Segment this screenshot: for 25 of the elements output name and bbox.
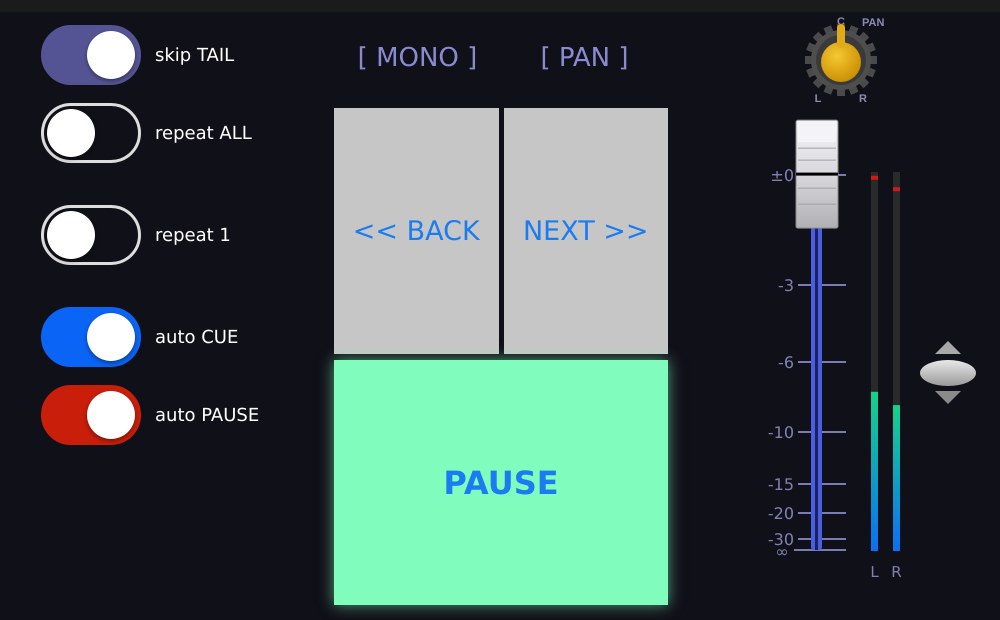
meter-label: R bbox=[891, 563, 902, 581]
scale-label: ±0 bbox=[770, 166, 794, 185]
back-button[interactable]: << BACK bbox=[334, 108, 498, 354]
scale-label: -10 bbox=[768, 423, 794, 442]
scale-label: -15 bbox=[768, 475, 794, 494]
knob-label: L bbox=[814, 93, 822, 105]
next-button[interactable]: NEXT >> bbox=[504, 108, 668, 354]
scale-label: -20 bbox=[768, 504, 794, 523]
toggle-label: skip TAIL bbox=[155, 44, 234, 66]
toggle-label: repeat 1 bbox=[155, 224, 231, 246]
pause-button[interactable]: PAUSE bbox=[334, 360, 668, 605]
fader-thumb[interactable] bbox=[796, 120, 838, 229]
toggle-label: auto CUE bbox=[155, 326, 238, 348]
toggle-label: auto PAUSE bbox=[155, 404, 260, 426]
meter-label: L bbox=[870, 563, 879, 581]
pan-knob[interactable] bbox=[805, 24, 877, 96]
mode-button[interactable]: [ PAN ] bbox=[501, 12, 668, 108]
scroll-handle[interactable] bbox=[920, 341, 976, 404]
mode-button[interactable]: [ MONO ] bbox=[334, 12, 501, 108]
toggle-label: repeat ALL bbox=[155, 122, 252, 144]
scale-tick bbox=[794, 549, 846, 551]
knob-title: PAN bbox=[862, 17, 884, 29]
scale-label: -6 bbox=[778, 353, 794, 372]
scale-label: -3 bbox=[778, 276, 794, 295]
knob-label: R bbox=[859, 93, 867, 105]
